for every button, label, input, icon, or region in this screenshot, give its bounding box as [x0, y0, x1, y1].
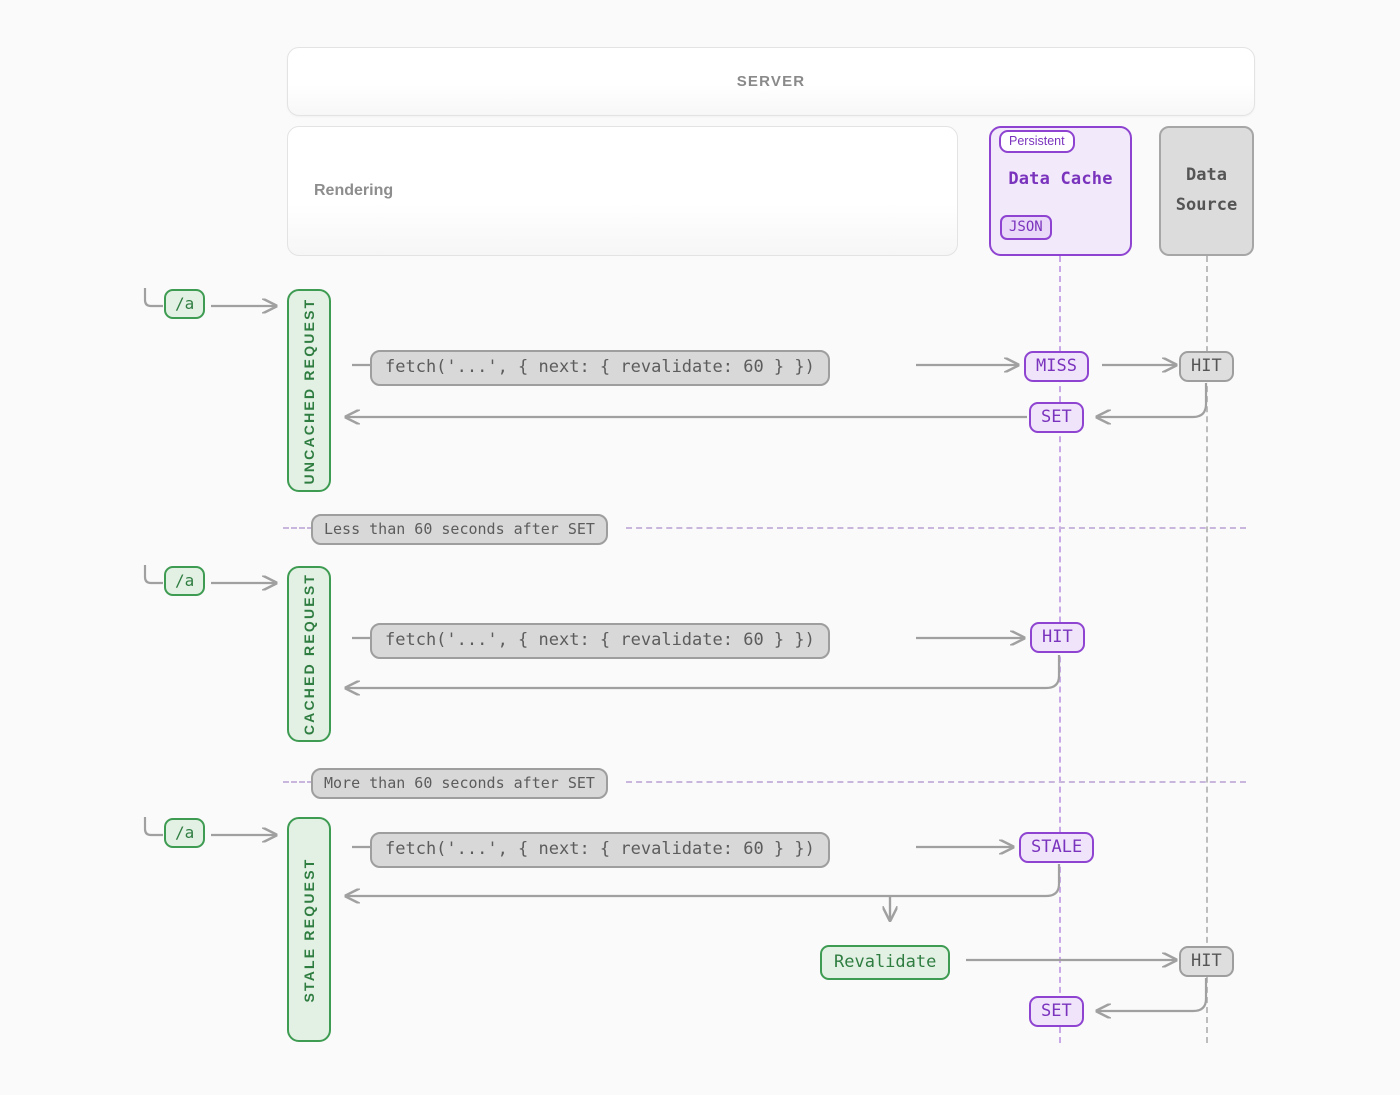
divider-line-less-than-right — [626, 527, 1246, 529]
cache-badge-set-stale: SET — [1029, 996, 1084, 1027]
rendering-panel: Rendering — [287, 126, 958, 256]
source-badge-hit-stale: HIT — [1179, 946, 1234, 977]
data-source-line1: Data — [1186, 161, 1227, 191]
divider-label-less-than: Less than 60 seconds after SET — [311, 514, 608, 545]
row-label-uncached: UNCACHED REQUEST — [287, 289, 331, 492]
server-panel: SERVER — [287, 47, 1255, 116]
row-label-uncached-text: UNCACHED REQUEST — [301, 297, 317, 484]
fetch-code-uncached: fetch('...', { next: { revalidate: 60 } … — [370, 350, 830, 386]
divider-label-more-than: More than 60 seconds after SET — [311, 768, 608, 799]
cache-badge-stale: STALE — [1019, 832, 1094, 863]
cache-badge-miss: MISS — [1024, 351, 1089, 382]
row-label-stale: STALE REQUEST — [287, 817, 331, 1042]
row-label-stale-text: STALE REQUEST — [301, 857, 317, 1002]
row-label-cached: CACHED REQUEST — [287, 566, 331, 742]
source-badge-hit-uncached: HIT — [1179, 351, 1234, 382]
fetch-code-cached: fetch('...', { next: { revalidate: 60 } … — [370, 623, 830, 659]
persistent-tag: Persistent — [999, 130, 1075, 153]
cache-badge-hit-cached: HIT — [1030, 622, 1085, 653]
data-source-panel: Data Source — [1159, 126, 1254, 256]
cache-badge-set-uncached: SET — [1029, 402, 1084, 433]
divider-line-more-than-left — [283, 781, 313, 783]
divider-line-more-than-right — [626, 781, 1246, 783]
data-source-line2: Source — [1176, 191, 1237, 221]
json-tag: JSON — [1000, 215, 1052, 240]
route-badge-uncached[interactable]: /a — [164, 289, 205, 319]
rendering-label: Rendering — [314, 182, 393, 200]
fetch-code-stale: fetch('...', { next: { revalidate: 60 } … — [370, 832, 830, 868]
row-label-cached-text: CACHED REQUEST — [301, 573, 317, 735]
revalidate-badge: Revalidate — [820, 945, 950, 980]
route-badge-cached[interactable]: /a — [164, 566, 205, 596]
server-label: SERVER — [737, 73, 806, 90]
data-cache-title: Data Cache — [991, 169, 1130, 189]
divider-line-less-than-left — [283, 527, 313, 529]
route-badge-stale[interactable]: /a — [164, 818, 205, 848]
diagram-canvas: SERVER Rendering Data Cache Persistent J… — [0, 0, 1400, 1095]
